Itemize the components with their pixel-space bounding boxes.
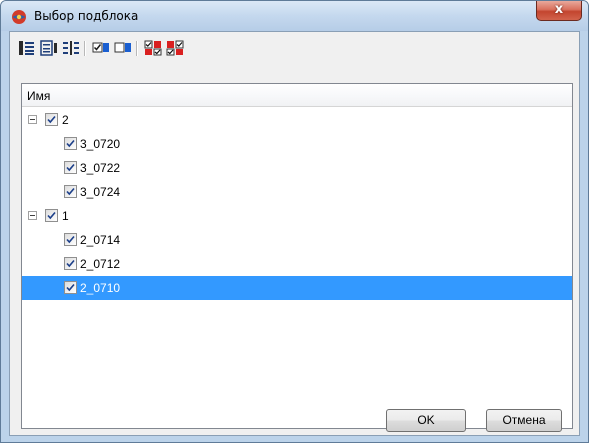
- toolbar-separator: [84, 41, 86, 56]
- select-checked-icon[interactable]: [144, 40, 162, 56]
- node-label: 3_0724: [80, 185, 121, 199]
- node-label: 2: [62, 113, 69, 127]
- node-checkbox[interactable]: [64, 185, 77, 198]
- tree-node-leaf[interactable]: 2_0714: [22, 228, 572, 252]
- tree-node-leaf[interactable]: 3_0720: [22, 132, 572, 156]
- node-checkbox[interactable]: [45, 113, 58, 126]
- node-checkbox[interactable]: [64, 137, 77, 150]
- tree-node-leaf-selected[interactable]: 2_0710: [22, 276, 572, 300]
- node-checkbox[interactable]: [64, 257, 77, 270]
- node-checkbox[interactable]: [64, 233, 77, 246]
- expand-all-icon[interactable]: [18, 40, 36, 56]
- column-header-name[interactable]: Имя: [22, 84, 572, 107]
- app-icon: [11, 9, 27, 25]
- tree-node-group[interactable]: 2: [22, 108, 572, 132]
- column-header-label: Имя: [27, 89, 51, 103]
- tree-node-leaf[interactable]: 3_0724: [22, 180, 572, 204]
- select-unchecked-icon[interactable]: [166, 40, 184, 56]
- node-checkbox[interactable]: [64, 281, 77, 294]
- check-all-icon[interactable]: [92, 40, 110, 56]
- node-label: 2_0710: [80, 281, 121, 295]
- close-button[interactable]: x: [536, 1, 582, 21]
- ok-button[interactable]: OK: [386, 409, 466, 432]
- node-label: 1: [62, 209, 69, 223]
- collapse-toggle-icon[interactable]: [28, 115, 37, 124]
- node-label: 2_0712: [80, 257, 121, 271]
- toolbar: [14, 36, 574, 60]
- node-label: 3_0722: [80, 161, 121, 175]
- title-bar[interactable]: Выбор подблока x: [1, 1, 588, 31]
- dialog-window: Выбор подблока x Имя 2 3_0720 3_0722 3_0…: [0, 0, 589, 443]
- tree-node-leaf[interactable]: 3_0722: [22, 156, 572, 180]
- node-checkbox[interactable]: [64, 161, 77, 174]
- uncheck-all-icon[interactable]: [114, 40, 132, 56]
- subblock-tree[interactable]: Имя 2 3_0720 3_0722 3_0724 1 2_0714 2_07…: [21, 83, 573, 429]
- expand-tree-icon[interactable]: [62, 40, 80, 56]
- dialog-body: Имя 2 3_0720 3_0722 3_0724 1 2_0714 2_07…: [9, 31, 580, 436]
- window-title: Выбор подблока: [34, 9, 139, 23]
- node-label: 3_0720: [80, 137, 121, 151]
- tree-node-group[interactable]: 1: [22, 204, 572, 228]
- collapse-toggle-icon[interactable]: [28, 211, 37, 220]
- cancel-button[interactable]: Отмена: [486, 409, 562, 432]
- tree-node-leaf[interactable]: 2_0712: [22, 252, 572, 276]
- toolbar-separator: [136, 41, 138, 56]
- close-icon: x: [554, 2, 564, 17]
- node-label: 2_0714: [80, 233, 121, 247]
- node-checkbox[interactable]: [45, 209, 58, 222]
- collapse-all-icon[interactable]: [40, 40, 58, 56]
